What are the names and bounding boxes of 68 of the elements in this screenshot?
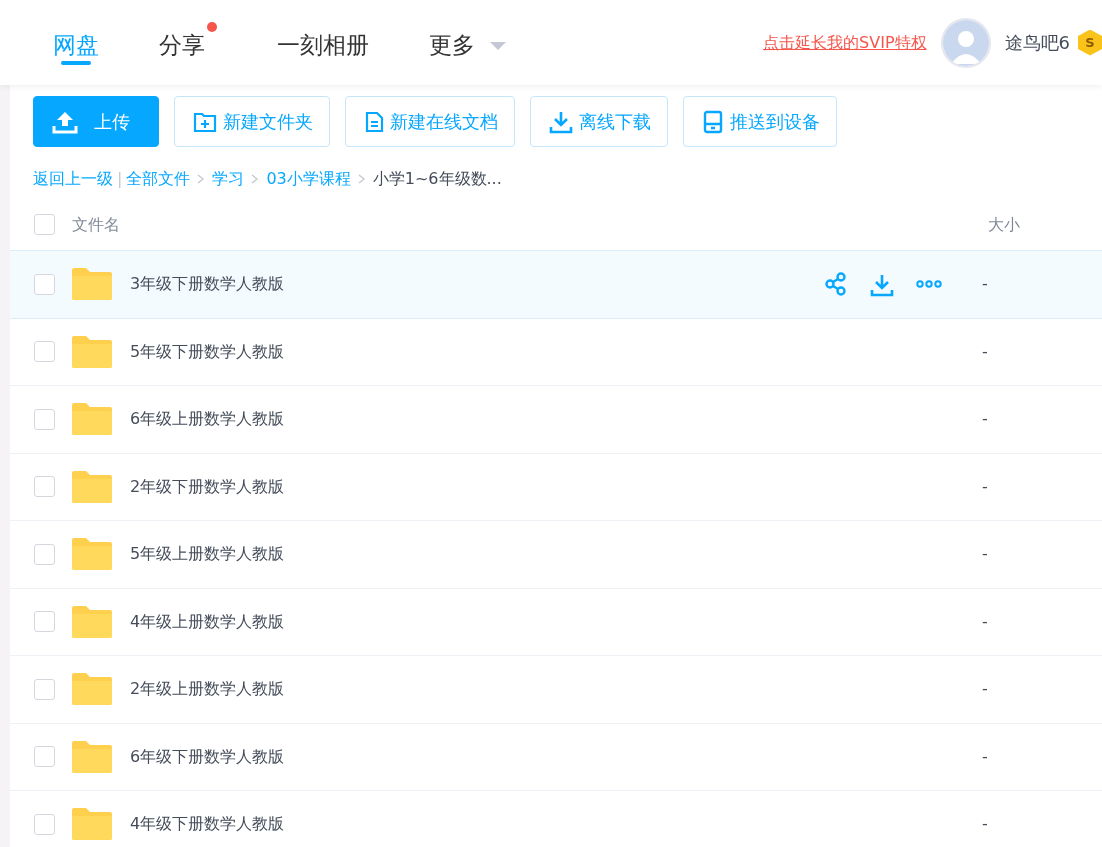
file-name[interactable]: 6年级下册数学人教版: [130, 744, 982, 769]
folder-icon: [71, 334, 113, 369]
folder-icon: [71, 537, 113, 572]
file-size: -: [982, 813, 989, 836]
separator: |: [117, 168, 123, 190]
table-row[interactable]: 4年级上册数学人教版 -: [10, 588, 1102, 656]
chevron-icon: [251, 174, 260, 184]
select-all-checkbox[interactable]: [34, 214, 55, 235]
file-name[interactable]: 5年级下册数学人教版: [130, 339, 982, 364]
column-header: 大小: [987, 213, 1021, 236]
row-checkbox[interactable]: [34, 408, 55, 430]
file-name[interactable]: 2年级上册数学人教版: [130, 677, 982, 702]
file-name[interactable]: 3年级下册数学人教版: [130, 272, 824, 297]
row-checkbox[interactable]: [34, 813, 55, 835]
nav-tab[interactable]: 分享: [159, 6, 217, 79]
file-size: -: [982, 340, 989, 363]
table-row[interactable]: 2年级上册数学人教版 -: [10, 656, 1102, 724]
row-checkbox[interactable]: [34, 543, 55, 565]
folder-icon: [71, 469, 113, 504]
file-size: -: [982, 475, 989, 498]
more-icon[interactable]: [916, 280, 942, 289]
file-name[interactable]: 6年级上册数学人教版: [130, 407, 982, 432]
folder-icon: [71, 267, 113, 302]
device-icon: [702, 109, 724, 134]
document-icon: [364, 110, 384, 133]
file-size: -: [982, 543, 989, 566]
folder-plus-icon: [193, 110, 217, 133]
file-name[interactable]: 5年级上册数学人教版: [130, 542, 982, 567]
download-icon: [549, 109, 573, 134]
row-checkbox[interactable]: [34, 341, 55, 363]
file-name[interactable]: 4年级下册数学人教版: [130, 812, 982, 837]
username: 途鸟吧6: [1004, 31, 1070, 55]
table-row[interactable]: 4年级下册数学人教版 -: [10, 791, 1102, 847]
row-checkbox[interactable]: [34, 678, 55, 700]
table-row[interactable]: 6年级下册数学人教版 -: [10, 723, 1102, 791]
column-header: 文件名: [72, 213, 121, 236]
row-checkbox[interactable]: [34, 746, 55, 768]
row-checkbox[interactable]: [34, 273, 55, 295]
breadcrumb-current: 小学1~6年级数...: [372, 168, 502, 190]
row-checkbox[interactable]: [34, 476, 55, 498]
file-size: -: [982, 745, 989, 768]
chevron-icon: [357, 174, 366, 184]
nav-tab[interactable]: 更多: [429, 6, 507, 79]
vip-badge: S: [1078, 29, 1102, 56]
file-size: -: [982, 678, 989, 701]
file-name[interactable]: 2年级下册数学人教版: [130, 474, 982, 499]
row-checkbox[interactable]: [34, 611, 55, 633]
file-size: -: [982, 610, 989, 633]
table-row[interactable]: 6年级上册数学人教版 -: [10, 386, 1102, 454]
folder-icon: [71, 402, 113, 437]
folder-icon: [71, 672, 113, 707]
share-icon[interactable]: [824, 272, 848, 297]
upload-icon: [52, 109, 78, 134]
chevron-icon: [197, 174, 206, 184]
nav-tab[interactable]: 一刻相册: [277, 6, 369, 79]
caret-icon: [489, 40, 507, 51]
file-name[interactable]: 4年级上册数学人教版: [130, 609, 982, 634]
table-row[interactable]: 5年级上册数学人教版 -: [10, 521, 1102, 589]
folder-icon: [71, 604, 113, 639]
table-row[interactable]: 3年级下册数学人教版 -: [10, 251, 1102, 319]
table-row[interactable]: 5年级下册数学人教版 -: [10, 318, 1102, 386]
folder-icon: [71, 807, 113, 842]
notification-dot: [207, 22, 217, 33]
download-icon[interactable]: [870, 272, 894, 297]
file-size: -: [982, 273, 989, 296]
folder-icon: [71, 739, 113, 774]
file-size: -: [982, 408, 989, 431]
table-row[interactable]: 2年级下册数学人教版 -: [10, 453, 1102, 521]
